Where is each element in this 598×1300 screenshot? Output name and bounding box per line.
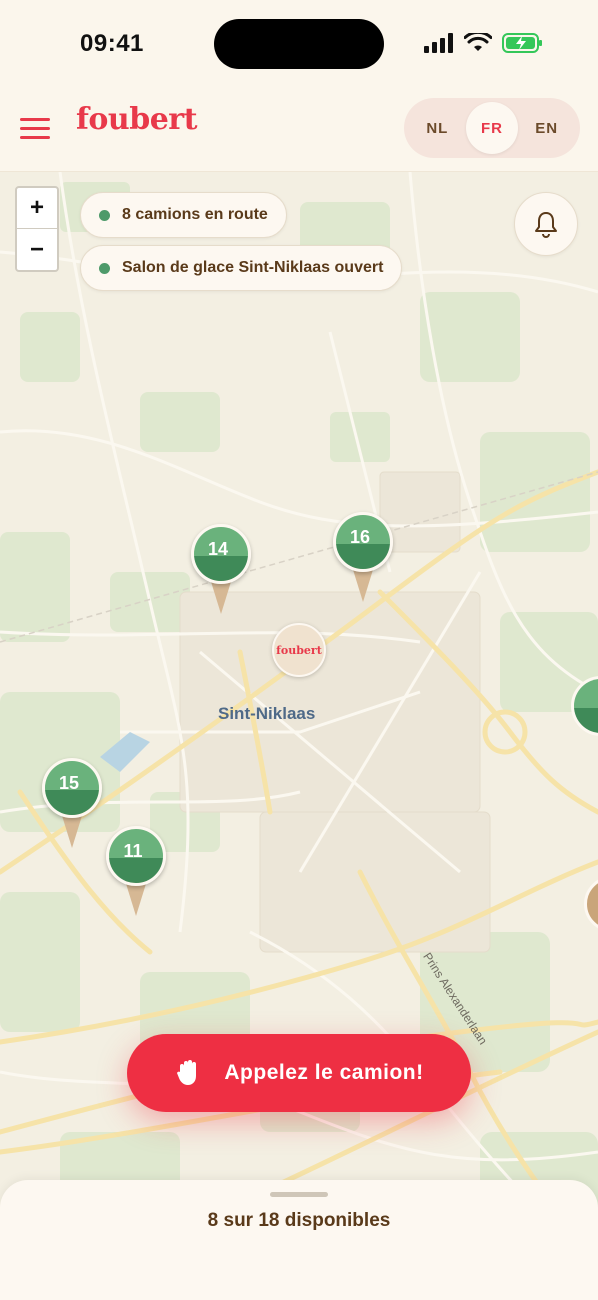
truck-number: 15 bbox=[58, 773, 80, 793]
status-bar: 09:41 bbox=[0, 0, 598, 88]
pill-label: 8 camions en route bbox=[122, 206, 268, 223]
bottom-sheet[interactable]: 8 sur 18 disponibles bbox=[0, 1180, 598, 1300]
status-dot bbox=[99, 262, 110, 274]
truck-marker-offscreen[interactable] bbox=[571, 676, 598, 736]
sheet-drag-handle[interactable] bbox=[270, 1192, 328, 1197]
lang-nl[interactable]: NL bbox=[411, 102, 463, 154]
truck-marker-14[interactable]: 14 bbox=[191, 524, 251, 616]
status-icons bbox=[424, 32, 544, 54]
lang-fr[interactable]: FR bbox=[465, 102, 518, 154]
availability-text: 8 sur 18 disponibles bbox=[207, 1210, 391, 1231]
bell-icon bbox=[535, 212, 557, 238]
truck-number: 11 bbox=[123, 841, 143, 861]
zoom-out-button[interactable]: − bbox=[17, 229, 57, 270]
cellular-signal-icon bbox=[424, 33, 453, 53]
wifi-icon bbox=[464, 33, 492, 51]
zoom-controls: + − bbox=[15, 186, 59, 272]
hamburger-menu-icon[interactable] bbox=[20, 116, 50, 142]
app-header: foubert NL FR EN bbox=[0, 88, 598, 172]
truck-number: 16 bbox=[349, 527, 371, 547]
truck-marker-16[interactable]: 16 bbox=[333, 512, 393, 604]
call-truck-button[interactable]: Appelez le camion! bbox=[127, 1034, 471, 1112]
map-tiles bbox=[0, 172, 598, 1300]
battery-charging-icon bbox=[502, 33, 542, 53]
notifications-bell-icon[interactable] bbox=[514, 192, 578, 256]
map-view[interactable] bbox=[0, 172, 598, 1300]
trucks-en-route-pill[interactable]: 8 camions en route bbox=[80, 192, 287, 238]
ice-cream-shop-marker[interactable]: foubert bbox=[272, 623, 326, 677]
truck-marker-15[interactable]: 15 bbox=[42, 758, 102, 850]
truck-marker-11[interactable]: 11 bbox=[106, 826, 166, 918]
foubert-logo: foubert bbox=[76, 102, 197, 137]
cta-label: Appelez le camion! bbox=[224, 1061, 424, 1084]
pill-label: Salon de glace Sint-Niklaas ouvert bbox=[122, 259, 384, 276]
truck-number: 14 bbox=[207, 539, 229, 559]
language-switcher: NL FR EN bbox=[404, 98, 580, 158]
city-label: Sint-Niklaas bbox=[218, 704, 316, 723]
dynamic-island bbox=[214, 19, 384, 69]
lang-en[interactable]: EN bbox=[521, 102, 573, 154]
status-time: 09:41 bbox=[80, 30, 144, 57]
shop-open-pill[interactable]: Salon de glace Sint-Niklaas ouvert bbox=[80, 245, 403, 291]
zoom-in-button[interactable]: + bbox=[17, 188, 57, 229]
status-dot bbox=[99, 209, 110, 221]
hand-icon bbox=[177, 1060, 197, 1085]
truck-marker-offscreen[interactable] bbox=[584, 876, 598, 932]
shop-logo: foubert bbox=[276, 643, 322, 657]
